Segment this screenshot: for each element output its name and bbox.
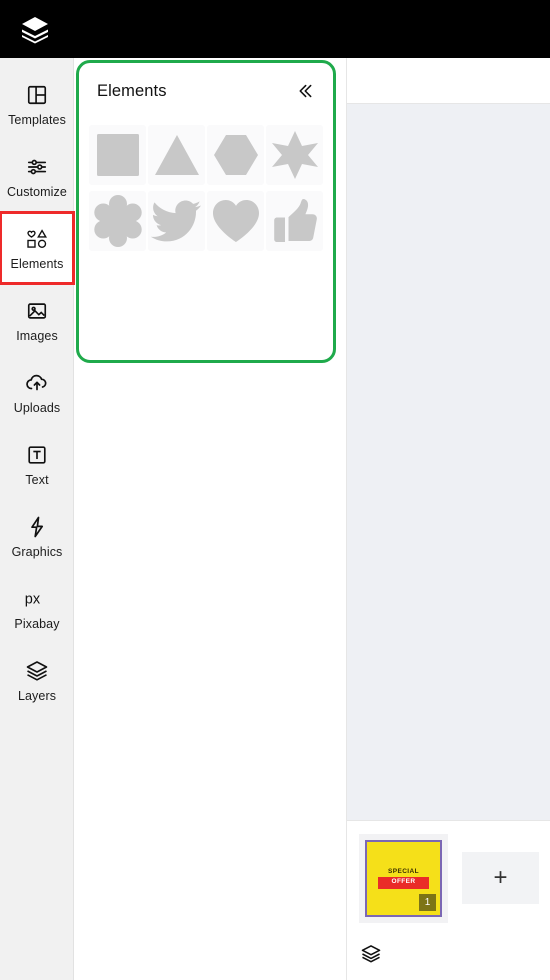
sidebar-item-templates[interactable]: Templates [0, 68, 74, 140]
shape-tile-heart[interactable] [207, 191, 264, 251]
shape-tile-triangle[interactable] [148, 125, 205, 185]
editor-app: Templates Customize Elements Images Uplo… [0, 0, 550, 980]
pages-panel: SPECIAL OFFER 1 + [346, 820, 550, 980]
sidebar-item-text[interactable]: Text [0, 428, 74, 500]
sidebar-label-templates: Templates [8, 112, 66, 127]
double-chevron-left-icon[interactable] [291, 78, 317, 104]
sidebar-item-images[interactable]: Images [0, 284, 74, 356]
hexagon-shape-icon [212, 132, 260, 178]
svg-text:px: px [25, 591, 41, 607]
page-thumbnail-strip: SPECIAL OFFER 1 + [347, 821, 550, 923]
sidebar-label-customize: Customize [7, 184, 67, 199]
heart-shape-icon [211, 198, 261, 244]
shape-tile-star[interactable] [266, 125, 323, 185]
layers-stack-icon [360, 943, 382, 970]
elements-panel-header: Elements [79, 63, 333, 119]
sliders-icon [24, 154, 50, 180]
square-shape-icon [95, 132, 141, 178]
lightning-bolt-icon [24, 514, 50, 540]
shapes-grid-icon [24, 226, 50, 252]
panel-title: Elements [97, 81, 167, 100]
elements-panel: Elements [76, 60, 336, 363]
thumbnail-text-special: SPECIAL [388, 867, 419, 875]
shape-tile-flower[interactable] [89, 191, 146, 251]
thumbs-up-shape-icon [271, 197, 319, 245]
sidebar-label-graphics: Graphics [11, 544, 63, 559]
add-page-button[interactable]: + [462, 852, 539, 904]
page-number-badge: 1 [419, 894, 436, 911]
shape-tile-hexagon[interactable] [207, 125, 264, 185]
page-thumbnail-item[interactable]: SPECIAL OFFER 1 [359, 834, 448, 923]
top-header-bar [0, 0, 550, 58]
bird-shape-icon [150, 199, 203, 243]
templates-grid-icon [24, 82, 50, 108]
plus-icon: + [493, 864, 508, 891]
shape-tile-bird[interactable] [148, 191, 205, 251]
sidebar-label-uploads: Uploads [13, 400, 61, 415]
thumbnail-text-offer: OFFER [378, 877, 429, 889]
six-point-star-shape-icon [270, 130, 320, 180]
triangle-shape-icon [153, 133, 201, 177]
sidebar-item-pixabay[interactable]: px Pixabay [0, 572, 74, 644]
shape-tile-square[interactable] [89, 125, 146, 185]
pixabay-px-icon: px [24, 586, 50, 612]
canvas-workspace[interactable] [346, 103, 550, 820]
sidebar-item-customize[interactable]: Customize [0, 140, 74, 212]
shape-grid [79, 119, 333, 261]
page-thumbnail-preview[interactable]: SPECIAL OFFER 1 [365, 840, 442, 917]
sidebar-item-layers[interactable]: Layers [0, 644, 74, 716]
sidebar-label-pixabay: Pixabay [14, 616, 60, 631]
app-logo-layers-icon[interactable] [18, 12, 52, 46]
sidebar-label-text: Text [25, 472, 49, 487]
sidebar-item-graphics[interactable]: Graphics [0, 500, 74, 572]
flower-shape-icon [92, 195, 144, 247]
layers-stack-icon [24, 658, 50, 684]
sidebar-label-images: Images [16, 328, 58, 343]
sidebar-item-uploads[interactable]: Uploads [0, 356, 74, 428]
text-box-icon [24, 442, 50, 468]
image-picture-icon [24, 298, 50, 324]
cloud-upload-icon [24, 370, 50, 396]
sidebar-item-elements[interactable]: Elements [0, 211, 75, 285]
sidebar-label-elements: Elements [10, 256, 64, 271]
shape-tile-thumbs-up[interactable] [266, 191, 323, 251]
layers-toggle-button[interactable] [359, 944, 383, 968]
left-sidebar-rail: Templates Customize Elements Images Uplo… [0, 58, 75, 980]
canvas-toolbar [346, 58, 550, 103]
sidebar-label-layers: Layers [17, 688, 57, 703]
